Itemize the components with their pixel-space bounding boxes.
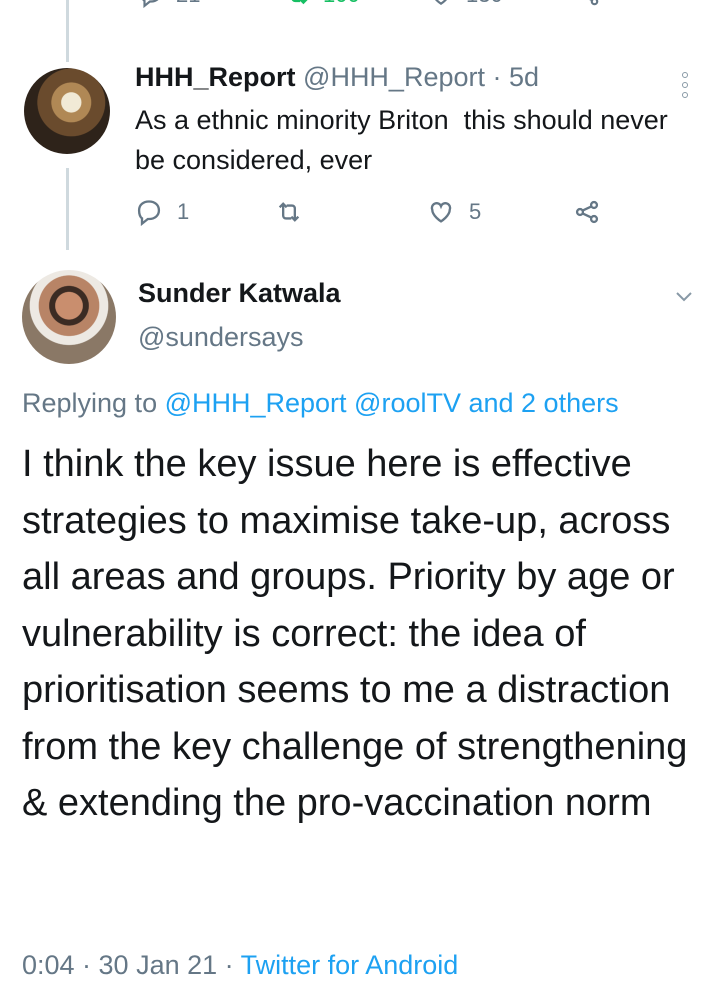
prev-retweet-count: 100 (323, 0, 360, 8)
prev-reply-action[interactable]: 21 (138, 0, 200, 8)
reply-button[interactable]: 1 (135, 198, 189, 226)
previous-tweet-actions: 21 100 130 (0, 0, 720, 22)
replying-mentions[interactable]: @HHH_Report @roolTV and 2 others (165, 388, 619, 418)
avatar[interactable] (22, 270, 116, 364)
share-icon (575, 200, 599, 224)
reply-icon (142, 0, 159, 8)
display-name[interactable]: Sunder Katwala (138, 278, 341, 309)
like-count: 5 (469, 199, 482, 224)
tweet-age[interactable]: 5d (509, 62, 539, 92)
tweet-text: I think the key issue here is effective … (22, 443, 688, 824)
prev-share-action[interactable] (575, 0, 601, 8)
prev-reply-count: 21 (176, 0, 200, 8)
handle[interactable]: @HHH_Report (303, 62, 485, 92)
replying-to: Replying to @HHH_Report @roolTV and 2 ot… (22, 388, 619, 419)
reply-icon (137, 200, 161, 226)
chevron-down-icon[interactable] (672, 284, 696, 308)
retweet-icon (291, 0, 308, 5)
prev-retweet-action[interactable]: 100 (285, 0, 360, 8)
share-icon (589, 0, 599, 6)
tweet-source[interactable]: Twitter for Android (241, 950, 459, 980)
more-icon[interactable] (680, 72, 690, 98)
prev-like-count: 130 (466, 0, 503, 8)
like-icon (430, 202, 452, 223)
handle[interactable]: @sundersays (138, 322, 303, 353)
prev-like-action[interactable]: 130 (428, 0, 503, 8)
reply-count: 1 (177, 199, 190, 224)
like-icon (435, 0, 447, 5)
avatar[interactable] (24, 68, 110, 154)
tweet-time: 0:04 · 30 Jan 21 · (22, 950, 241, 980)
tweet-timestamp: 0:04 · 30 Jan 21 · Twitter for Android (22, 950, 458, 981)
retweet-icon (278, 202, 300, 222)
display-name[interactable]: HHH_Report (135, 62, 296, 92)
tweet-header: HHH_Report @HHH_Report · 5d (135, 62, 539, 93)
meta-separator: · (485, 62, 509, 92)
share-button[interactable] (573, 198, 601, 226)
like-button[interactable]: 5 (427, 198, 481, 226)
thread-line-connector (66, 168, 69, 250)
tweet-text: As a ethnic minority Briton this should … (135, 105, 676, 175)
tweet-actions: 1 5 (135, 198, 695, 230)
replying-prefix: Replying to (22, 388, 165, 418)
retweet-button[interactable] (275, 198, 303, 226)
